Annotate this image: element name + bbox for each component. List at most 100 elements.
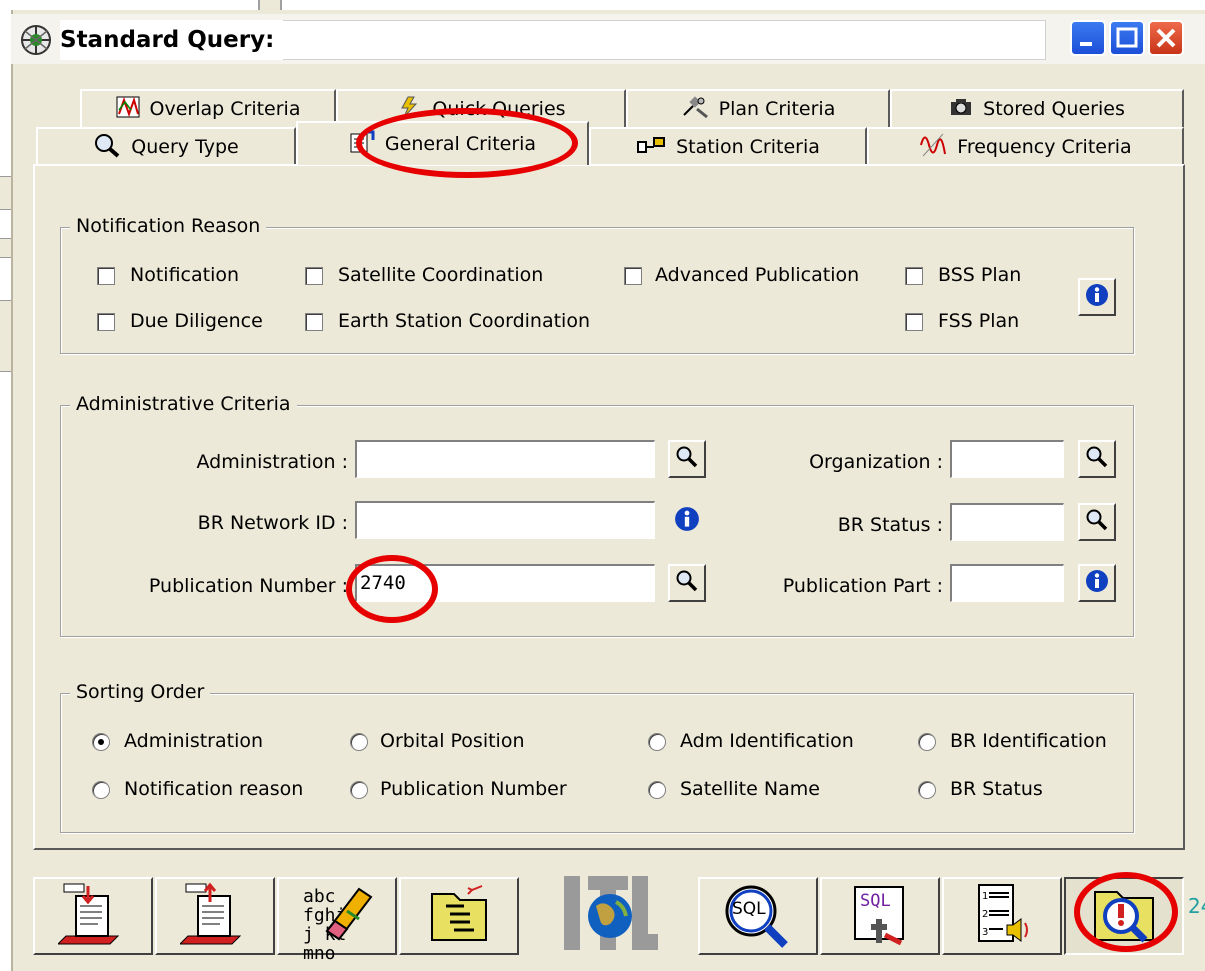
sort-br-identification-radio[interactable] <box>918 733 936 751</box>
sort-adm-identification-radio[interactable] <box>648 733 666 751</box>
close-button[interactable] <box>1148 20 1184 56</box>
administration-label: Administration : <box>196 451 348 473</box>
lightning-icon <box>396 96 422 123</box>
wave-icon <box>919 132 947 163</box>
sort-administration-radio[interactable] <box>92 733 110 751</box>
import-query-button[interactable] <box>33 877 153 955</box>
sql-text: SQL <box>860 891 891 911</box>
svg-text:2: 2 <box>982 909 988 920</box>
tab-label: Plan Criteria <box>718 98 836 120</box>
sort-br-status-label: BR Status <box>950 778 1043 800</box>
overlap-icon <box>116 96 140 123</box>
sort-br-identification-label: BR Identification <box>950 730 1107 752</box>
sql-text: SQL <box>732 899 766 919</box>
sql-tools-icon: SQL <box>845 883 915 949</box>
sort-publication-number-radio[interactable] <box>350 781 368 799</box>
sorting-order-group <box>60 693 1134 833</box>
notification-reason-group <box>60 227 1134 354</box>
satellite-coordination-checkbox[interactable] <box>305 267 323 285</box>
execute-query-button[interactable] <box>1064 877 1184 955</box>
tab-label: Quick Queries <box>432 98 566 120</box>
export-query-button[interactable] <box>155 877 275 955</box>
bss-plan-checkbox[interactable] <box>905 267 923 285</box>
search-icon <box>93 132 121 163</box>
eraser-icon: abc fghij klmno <box>297 883 377 963</box>
tab-station-criteria[interactable]: Station Criteria <box>589 127 867 165</box>
window-title: Standard Query: <box>60 20 290 60</box>
publication-number-input[interactable]: 2740 <box>355 564 655 602</box>
sql-tools-button[interactable]: SQL <box>820 877 940 955</box>
br-status-search-button[interactable] <box>1078 503 1116 541</box>
tab-label: Overlap Criteria <box>149 98 301 120</box>
sort-notification-reason-radio[interactable] <box>92 781 110 799</box>
publication-part-input[interactable] <box>950 564 1064 602</box>
open-folder-button[interactable] <box>399 877 519 955</box>
notification-label: Notification <box>130 264 240 286</box>
earth-station-coordination-label: Earth Station Coordination <box>338 310 590 332</box>
publication-part-label: Publication Part : <box>782 575 943 597</box>
organization-input[interactable] <box>950 440 1064 478</box>
page-number: 24 <box>1188 894 1205 918</box>
folder-icon <box>424 884 494 949</box>
sort-orbital-position-label: Orbital Position <box>380 730 525 752</box>
earth-station-coordination-checkbox[interactable] <box>305 313 323 331</box>
br-network-info-icon[interactable] <box>674 506 700 537</box>
br-network-id-input[interactable] <box>355 501 655 539</box>
sort-satellite-name-label: Satellite Name <box>680 778 820 800</box>
sorting-order-title: Sorting Order <box>70 681 211 703</box>
itu-logo <box>560 872 660 954</box>
sort-satellite-name-radio[interactable] <box>648 781 666 799</box>
publication-number-search-button[interactable] <box>668 564 706 602</box>
tab-label: Frequency Criteria <box>957 136 1132 158</box>
tab-frequency-criteria[interactable]: Frequency Criteria <box>867 127 1184 165</box>
publication-number-label: Publication Number : <box>148 575 348 597</box>
bss-plan-label: BSS Plan <box>938 264 1022 286</box>
sort-orbital-position-radio[interactable] <box>350 733 368 751</box>
tab-label: Station Criteria <box>676 136 820 158</box>
tab-stored-queries[interactable]: Stored Queries <box>890 89 1184 127</box>
execute-search-icon <box>1089 882 1159 951</box>
sort-adm-identification-label: Adm Identification <box>680 730 854 752</box>
due-diligence-checkbox[interactable] <box>97 313 115 331</box>
due-diligence-label: Due Diligence <box>130 310 263 332</box>
organization-label: Organization : <box>809 451 943 473</box>
advanced-publication-checkbox[interactable] <box>624 267 642 285</box>
tab-label: General Criteria <box>384 133 537 155</box>
search-icon <box>1085 445 1109 474</box>
radio-selected-dot <box>98 739 104 745</box>
clear-criteria-button[interactable]: abc fghij klmno <box>277 877 397 963</box>
export-document-icon <box>178 882 250 951</box>
satellite-icon <box>681 95 709 124</box>
administration-input[interactable] <box>355 440 655 478</box>
organization-search-button[interactable] <box>1078 440 1116 478</box>
title-field <box>283 20 1046 60</box>
tab-plan-criteria[interactable]: Plan Criteria <box>626 89 890 127</box>
notification-checkbox[interactable] <box>97 267 115 285</box>
search-icon <box>1085 508 1109 537</box>
report-list-button[interactable]: 1 2 3 <box>942 877 1062 955</box>
svg-text:1: 1 <box>982 891 988 902</box>
info-icon <box>1085 283 1109 312</box>
publication-part-info-button[interactable] <box>1078 564 1116 602</box>
svg-text:3: 3 <box>982 927 988 938</box>
tab-query-type[interactable]: Query Type <box>36 127 296 165</box>
administrative-criteria-title: Administrative Criteria <box>70 393 297 415</box>
fss-plan-checkbox[interactable] <box>905 313 923 331</box>
numbered-list-speaker-icon: 1 2 3 <box>967 881 1037 952</box>
br-status-input[interactable] <box>950 503 1064 541</box>
app-globe-icon <box>20 24 52 56</box>
tab-general-criteria[interactable]: General Criteria <box>296 121 589 165</box>
sql-search-button[interactable]: SQL <box>698 877 818 955</box>
tab-label: Stored Queries <box>983 98 1125 120</box>
maximize-button[interactable] <box>1109 20 1145 56</box>
administration-search-button[interactable] <box>668 440 706 478</box>
sort-br-status-radio[interactable] <box>918 781 936 799</box>
info-icon <box>1085 569 1109 598</box>
minimize-button[interactable] <box>1070 20 1106 56</box>
station-icon <box>636 135 666 160</box>
fss-plan-label: FSS Plan <box>938 310 1020 332</box>
notification-info-button[interactable] <box>1078 278 1116 316</box>
sql-search-icon: SQL <box>723 883 793 949</box>
form-icon <box>349 130 375 159</box>
search-icon <box>675 569 699 598</box>
